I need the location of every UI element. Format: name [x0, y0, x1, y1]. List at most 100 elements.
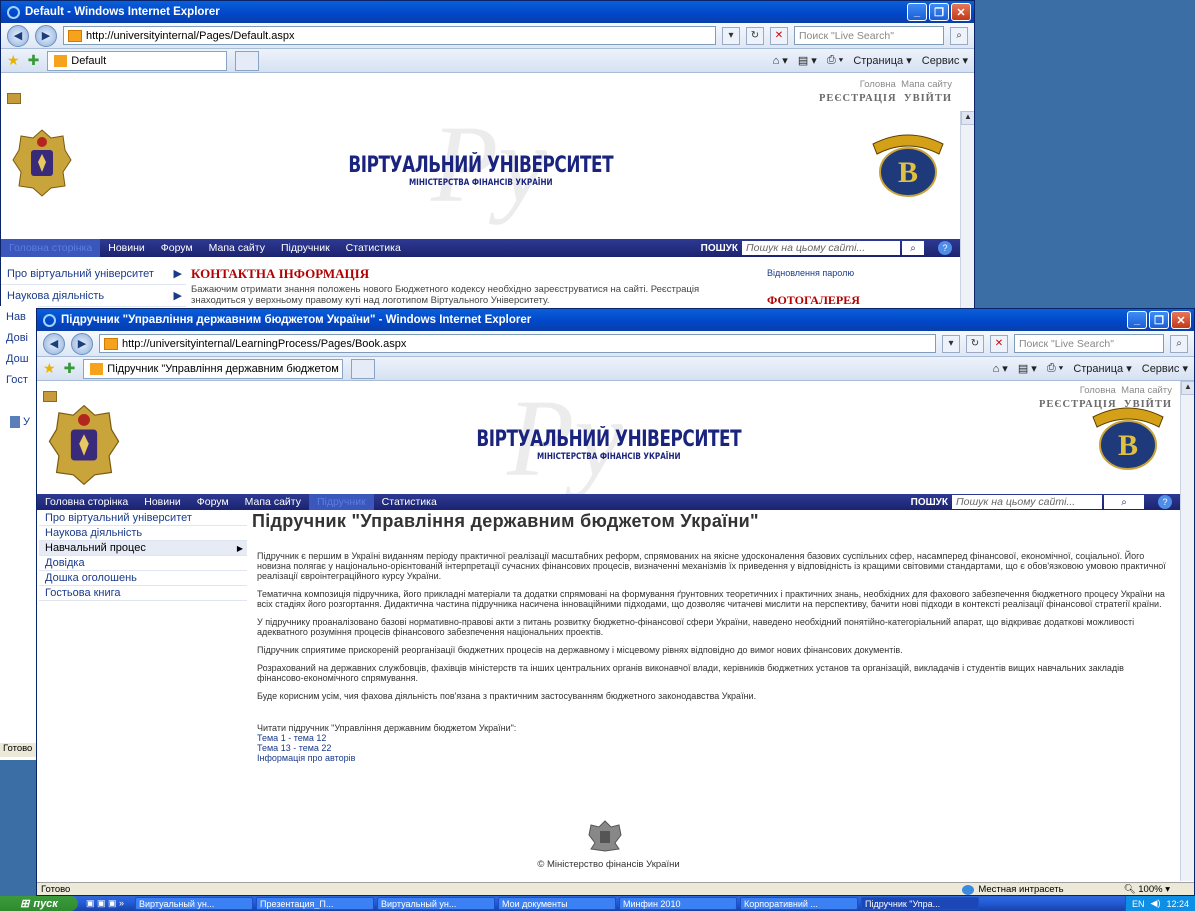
print-icon[interactable]: ⎙ ▾: [1047, 362, 1063, 375]
forward-arrow-icon[interactable]: ▶: [35, 24, 57, 47]
help-icon[interactable]: ?: [1158, 495, 1172, 509]
link-topics-13-22[interactable]: Тема 13 - тема 22: [257, 743, 1172, 753]
dropdown-icon[interactable]: ▾: [722, 26, 740, 45]
home-link[interactable]: Головна: [1080, 385, 1116, 396]
print-icon[interactable]: ⎙ ▾: [827, 54, 843, 67]
sitemap-link[interactable]: Мапа сайту: [1121, 385, 1172, 396]
close-icon[interactable]: ✕: [951, 3, 971, 21]
left-item-fragment[interactable]: Дові: [0, 327, 38, 348]
login-link[interactable]: УВІЙТИ: [904, 93, 952, 104]
search-icon[interactable]: ⌕: [950, 26, 968, 45]
nav-home[interactable]: Головна сторінка: [1, 239, 101, 257]
taskbar-task-active[interactable]: Підручник "Упра...: [861, 897, 980, 910]
nav-forum[interactable]: Форум: [189, 494, 237, 510]
password-recovery-link[interactable]: Відновлення паролю: [767, 268, 854, 278]
start-button[interactable]: ⊞ пуск: [0, 896, 78, 911]
left-item-about[interactable]: Про віртуальний університет ▶: [1, 263, 186, 285]
site-search-input[interactable]: Пошук на цьому сайті...: [952, 495, 1102, 509]
new-tab-button[interactable]: [235, 50, 260, 71]
nav-news[interactable]: Новини: [100, 239, 153, 257]
scroll-up-icon[interactable]: ▲: [961, 111, 974, 125]
sitemap-link[interactable]: Мапа сайту: [901, 79, 952, 90]
home-icon[interactable]: ⌂ ▾: [773, 54, 788, 67]
nav-statistics[interactable]: Статистика: [338, 239, 409, 257]
left-item-learning[interactable]: Навчальний процес ▶: [39, 541, 247, 556]
front-live-search-input[interactable]: Поиск "Live Search": [1014, 334, 1164, 353]
stop-icon[interactable]: ✕: [770, 26, 788, 45]
taskbar-task[interactable]: Корпоративний ...: [740, 897, 859, 910]
left-item-reference[interactable]: Довідка: [39, 556, 247, 571]
maximize-icon[interactable]: ❐: [1149, 311, 1169, 329]
security-zone[interactable]: Местная интрасеть: [962, 884, 1064, 895]
front-browser-window[interactable]: Підручник "Управління державним бюджетом…: [36, 308, 1195, 896]
page-menu[interactable]: Страница ▾: [853, 54, 911, 67]
quick-launch-icons[interactable]: ▣ ▣ ▣ »: [86, 898, 124, 909]
tools-menu[interactable]: Сервис ▾: [1142, 362, 1188, 375]
left-item-fragment[interactable]: Дош: [0, 348, 38, 369]
feeds-icon[interactable]: ▤ ▾: [1018, 362, 1037, 375]
back-arrow-icon[interactable]: ◀: [43, 332, 65, 355]
left-item-fragment[interactable]: Гост: [0, 369, 38, 390]
taskbar-task[interactable]: Минфин 2010: [619, 897, 738, 910]
back-window-titlebar[interactable]: Default - Windows Internet Explorer _ ❐ …: [1, 1, 974, 23]
back-tab-default[interactable]: Default: [47, 50, 228, 71]
register-link[interactable]: РЕЄСТРАЦІЯ: [819, 93, 897, 104]
front-window-titlebar[interactable]: Підручник "Управління державним бюджетом…: [37, 309, 1194, 331]
refresh-icon[interactable]: ↻: [746, 26, 764, 45]
nav-sitemap[interactable]: Мапа сайту: [201, 239, 273, 257]
nav-sitemap[interactable]: Мапа сайту: [237, 494, 309, 510]
minimize-icon[interactable]: _: [907, 3, 927, 21]
home-icon[interactable]: ⌂ ▾: [993, 362, 1008, 375]
left-item-science[interactable]: Наукова діяльність: [39, 526, 247, 541]
nav-textbook[interactable]: Підручник: [308, 494, 374, 510]
close-icon[interactable]: ✕: [1171, 311, 1191, 329]
nav-news[interactable]: Новини: [136, 494, 189, 510]
nav-forum[interactable]: Форум: [153, 239, 201, 257]
taskbar-task[interactable]: Виртуальный ун...: [377, 897, 496, 910]
left-item-board[interactable]: Дошка оголошень: [39, 571, 247, 586]
forward-arrow-icon[interactable]: ▶: [71, 332, 93, 355]
add-favorites-icon[interactable]: ✚: [64, 360, 76, 377]
favorites-star-icon[interactable]: ★: [43, 360, 56, 377]
maximize-icon[interactable]: ❐: [929, 3, 949, 21]
taskbar-task[interactable]: Виртуальный ун...: [135, 897, 254, 910]
left-item-about[interactable]: Про віртуальний університет: [39, 511, 247, 526]
back-arrow-icon[interactable]: ◀: [7, 24, 29, 47]
minimize-icon[interactable]: _: [1127, 311, 1147, 329]
link-authors[interactable]: Інформація про авторів: [257, 753, 1172, 763]
front-vertical-scrollbar[interactable]: ▲: [1180, 381, 1194, 881]
home-link[interactable]: Головна: [860, 79, 896, 90]
zoom-control[interactable]: 🔍︎ 100% ▾: [1124, 884, 1170, 895]
language-indicator[interactable]: EN: [1132, 899, 1145, 909]
nav-statistics[interactable]: Статистика: [374, 494, 445, 510]
search-icon[interactable]: ⌕: [1104, 495, 1144, 509]
left-item-fragment[interactable]: Нав: [0, 306, 38, 327]
help-icon[interactable]: ?: [938, 241, 952, 255]
back-url-field[interactable]: http://universityinternal/Pages/Default.…: [63, 26, 716, 45]
edit-page-icon[interactable]: [7, 93, 21, 104]
edit-page-icon[interactable]: [43, 391, 57, 402]
search-icon[interactable]: ⌕: [1170, 334, 1188, 353]
dropdown-icon[interactable]: ▾: [942, 334, 960, 353]
back-live-search-input[interactable]: Поиск "Live Search": [794, 26, 944, 45]
site-search-input[interactable]: Пошук на цьому сайті...: [742, 241, 900, 255]
stop-icon[interactable]: ✕: [990, 334, 1008, 353]
nav-textbook[interactable]: Підручник: [273, 239, 338, 257]
tools-menu[interactable]: Сервис ▾: [922, 54, 968, 67]
taskbar-task[interactable]: Мои документы: [498, 897, 617, 910]
new-tab-button[interactable]: [351, 358, 376, 379]
search-icon[interactable]: ⌕: [902, 241, 924, 255]
scroll-up-icon[interactable]: ▲: [1181, 381, 1194, 395]
page-menu[interactable]: Страница ▾: [1073, 362, 1131, 375]
refresh-icon[interactable]: ↻: [966, 334, 984, 353]
volume-icon[interactable]: ◀): [1151, 898, 1161, 909]
add-favorites-icon[interactable]: ✚: [28, 52, 40, 69]
front-url-field[interactable]: http://universityinternal/LearningProces…: [99, 334, 936, 353]
left-item-guestbook[interactable]: Гостьова книга: [39, 586, 247, 601]
taskbar-task[interactable]: Презентация_П...: [256, 897, 375, 910]
front-tab-textbook[interactable]: Підручник "Управління державним бюджетом…: [83, 358, 344, 379]
left-item-science[interactable]: Наукова діяльність ▶: [1, 285, 186, 307]
nav-home[interactable]: Головна сторінка: [37, 494, 136, 510]
link-topics-1-12[interactable]: Тема 1 - тема 12: [257, 733, 1172, 743]
favorites-star-icon[interactable]: ★: [7, 52, 20, 69]
